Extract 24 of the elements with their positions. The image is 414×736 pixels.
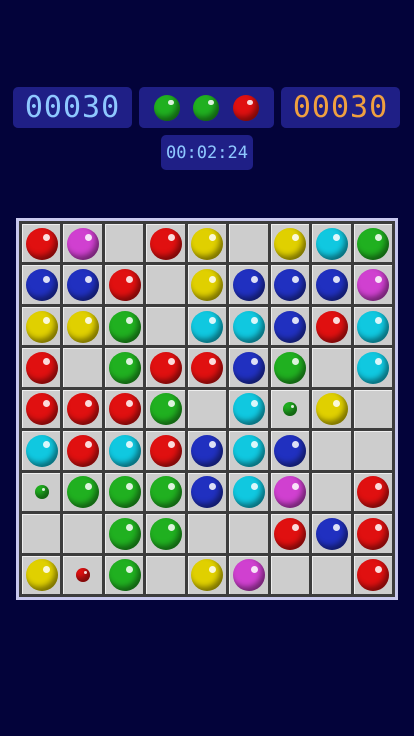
board-cell[interactable] (22, 472, 60, 512)
board-cell[interactable] (104, 224, 144, 262)
board-cell[interactable] (312, 348, 351, 387)
board-cell[interactable] (312, 472, 351, 512)
board-cell[interactable] (270, 390, 310, 428)
board-cell[interactable] (63, 348, 102, 387)
board-cell[interactable] (229, 514, 268, 553)
board-cell[interactable] (354, 390, 392, 428)
board-cell[interactable] (146, 265, 185, 304)
board-cell[interactable] (22, 514, 60, 553)
score-display: 00030 (13, 87, 132, 128)
board-cell[interactable] (312, 556, 351, 594)
board-cell[interactable] (229, 224, 268, 262)
timer-display: 00:02:24 (161, 135, 253, 170)
board-cell[interactable] (188, 390, 226, 428)
board-cell[interactable] (270, 556, 310, 594)
board-cell[interactable] (63, 514, 102, 553)
board-cell[interactable] (188, 514, 226, 553)
best-score-display: 00030 (281, 87, 400, 128)
board-cell[interactable] (146, 306, 185, 346)
board-cell[interactable] (312, 431, 351, 470)
board-cell[interactable] (63, 556, 102, 594)
board-cell[interactable] (146, 556, 185, 594)
board-cell[interactable] (354, 431, 392, 470)
